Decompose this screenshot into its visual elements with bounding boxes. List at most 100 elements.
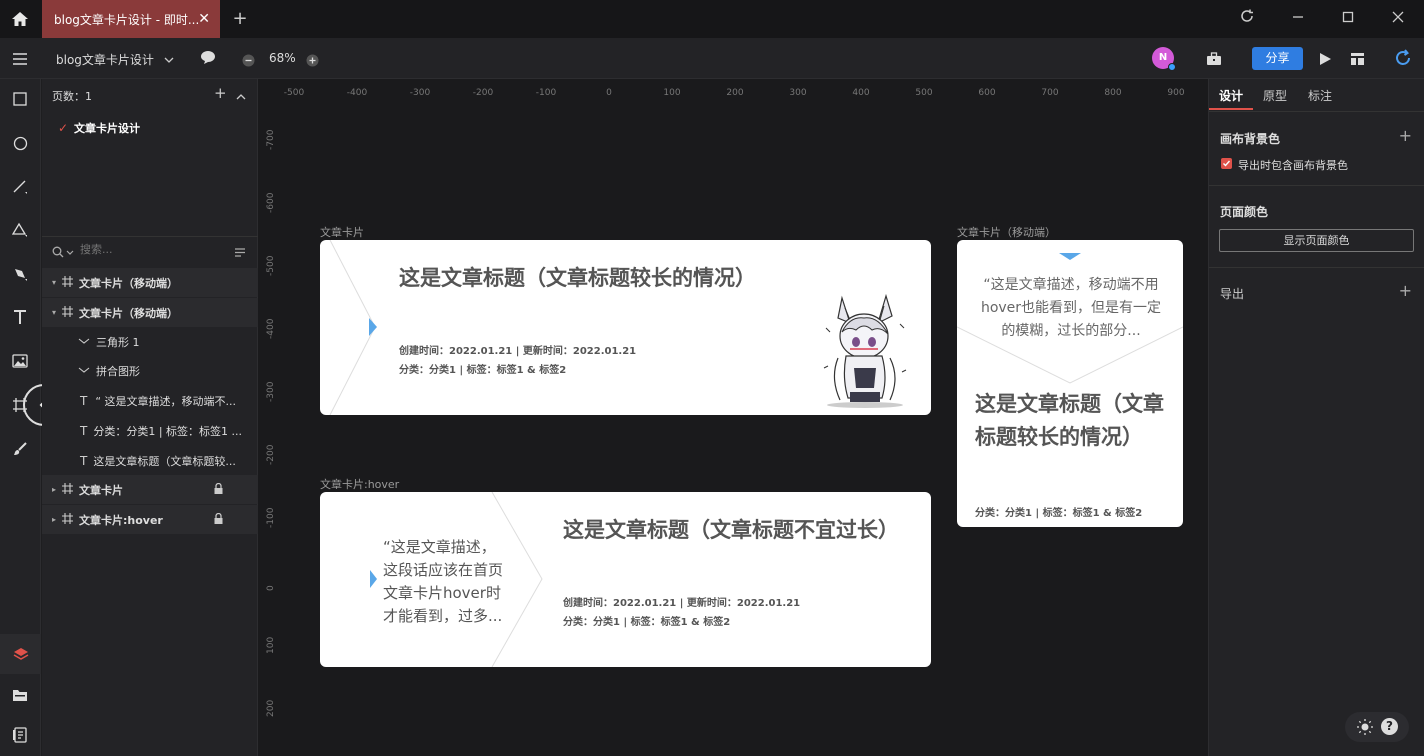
- ruler-tick-label: -100: [266, 507, 276, 528]
- play-icon[interactable]: [1318, 51, 1332, 70]
- layout-icon[interactable]: [1350, 51, 1365, 70]
- tab-design[interactable]: 设计: [1219, 87, 1243, 104]
- ruler-tick-label: 900: [1167, 88, 1185, 98]
- new-tab-icon[interactable]: +: [230, 9, 250, 29]
- layer-label: 文章卡片:hover: [79, 513, 163, 527]
- check-icon: [1223, 160, 1231, 167]
- close-window-icon[interactable]: [1387, 9, 1409, 29]
- layer-label: 文章卡片: [79, 483, 124, 497]
- ruler-tick-label: -200: [266, 444, 276, 465]
- collapse-pages-icon[interactable]: [236, 87, 246, 106]
- toolbox-icon[interactable]: [1206, 51, 1222, 70]
- ruler-tick-label: 400: [852, 88, 870, 98]
- layers-panel-icon[interactable]: [0, 634, 41, 674]
- divider: [1209, 267, 1424, 268]
- layer-item[interactable]: 三角形 1: [42, 327, 258, 356]
- expand-arrow-icon[interactable]: ▾: [52, 278, 56, 287]
- ruler-tick-label: -300: [409, 88, 431, 98]
- ellipse-tool-icon[interactable]: [8, 131, 32, 155]
- layer-item[interactable]: T 分类：分类1 | 标签：标签1 ...: [42, 416, 258, 445]
- home-icon[interactable]: [0, 0, 40, 38]
- article-card-mobile[interactable]: “这是文章描述，移动端不用hover也能看到，但是有一定的模糊，过长的部分...…: [957, 240, 1183, 527]
- ruler-tick-label: -300: [266, 381, 276, 402]
- theme-toggle-icon[interactable]: [1356, 718, 1374, 740]
- bottom-controls: [1345, 712, 1409, 742]
- card-dates: 创建时间：2022.01.21 | 更新时间：2022.01.21: [563, 598, 801, 609]
- layer-item[interactable]: ▸ 文章卡片:hover: [42, 505, 258, 534]
- page-color-heading: 页面颜色: [1220, 205, 1269, 219]
- sync-icon[interactable]: [1394, 49, 1412, 71]
- ruler-tick-label: -600: [266, 192, 276, 213]
- layer-options-icon[interactable]: [234, 243, 246, 262]
- frame-label: 文章卡片（移动端）: [957, 226, 1056, 239]
- add-page-icon[interactable]: +: [214, 84, 227, 102]
- layer-label: 文章卡片（移动端）: [79, 306, 179, 320]
- page-item[interactable]: 文章卡片设计: [74, 120, 140, 136]
- lock-icon[interactable]: [214, 512, 223, 527]
- image-tool-icon[interactable]: [8, 349, 32, 373]
- minimize-icon[interactable]: [1287, 9, 1309, 29]
- ruler-tick-label: -500: [266, 255, 276, 276]
- notes-panel-icon[interactable]: [8, 723, 32, 747]
- refresh-icon[interactable]: [1236, 9, 1258, 29]
- export-heading: 导出: [1220, 287, 1245, 301]
- share-button[interactable]: 分享: [1252, 47, 1303, 70]
- ruler-tick-label: -700: [266, 129, 276, 150]
- show-page-color-button[interactable]: 显示页面颜色: [1219, 229, 1414, 252]
- menu-icon[interactable]: [12, 51, 28, 70]
- close-tab-icon[interactable]: ✕: [198, 11, 210, 27]
- layer-item[interactable]: ▸ 文章卡片: [42, 475, 258, 504]
- triangle-icon: [78, 335, 90, 348]
- add-icon[interactable]: +: [1399, 126, 1412, 145]
- zoom-out-icon[interactable]: [242, 52, 255, 71]
- search-filter-chevron-icon[interactable]: [66, 243, 74, 262]
- ruler-tick-label: 600: [978, 88, 996, 98]
- rectangle-tool-icon[interactable]: [8, 87, 32, 111]
- ruler-tick-label: 800: [1104, 88, 1122, 98]
- expand-arrow-icon[interactable]: ▸: [52, 485, 56, 494]
- layer-label: 三角形 1: [96, 335, 140, 349]
- tab-annotate[interactable]: 标注: [1308, 87, 1332, 104]
- brush-tool-icon[interactable]: [8, 437, 32, 461]
- maximize-icon[interactable]: [1337, 9, 1359, 29]
- lock-icon[interactable]: [214, 482, 223, 497]
- tab-prototype[interactable]: 原型: [1263, 87, 1287, 104]
- layer-item[interactable]: ▾ 文章卡片（移动端）: [42, 268, 258, 297]
- ruler-tick-label: -400: [346, 88, 368, 98]
- layer-item[interactable]: 拼合图形: [42, 356, 258, 385]
- ruler-tick-label: -400: [266, 318, 276, 339]
- polygon-tool-icon[interactable]: [8, 218, 32, 242]
- frame-label: 文章卡片: [320, 226, 364, 239]
- assets-panel-icon[interactable]: [8, 683, 32, 707]
- chevron-down-icon[interactable]: [164, 51, 174, 70]
- add-export-icon[interactable]: +: [1399, 281, 1412, 300]
- article-card[interactable]: 这是文章标题（文章标题较长的情况） 创建时间：2022.01.21 | 更新时间…: [320, 240, 931, 415]
- comment-icon[interactable]: [200, 50, 216, 69]
- export-bg-checkbox[interactable]: [1221, 158, 1232, 169]
- document-name[interactable]: blog文章卡片设计: [56, 51, 154, 68]
- ruler-tick-label: -500: [283, 88, 305, 98]
- layer-item[interactable]: ▾ 文章卡片（移动端）: [42, 298, 258, 327]
- expand-arrow-icon[interactable]: ▸: [52, 515, 56, 524]
- article-card-hover[interactable]: “这是文章描述，这段话应该在首页文章卡片hover时才能看到，过多... 这是文…: [320, 492, 931, 667]
- document-tab[interactable]: blog文章卡片设计 - 即时... ✕: [42, 0, 220, 38]
- layer-search-input[interactable]: [80, 241, 220, 257]
- layers-panel: 页数：1 + ✓ 文章卡片设计 ▾ 文章卡片（移动端） ▾ 文章卡片（移动端） …: [42, 79, 258, 756]
- zoom-in-icon[interactable]: [306, 52, 319, 71]
- merged-shape-icon: [78, 364, 90, 377]
- avatar[interactable]: N: [1152, 47, 1176, 71]
- expand-arrow-icon[interactable]: ▾: [52, 308, 56, 317]
- text-layer-icon: T: [80, 393, 88, 408]
- card-title: 这是文章标题（文章标题较长的情况）: [399, 266, 756, 290]
- layer-item[interactable]: T 这是文章标题（文章标题较...: [42, 446, 258, 475]
- active-tab-indicator: [1209, 108, 1253, 110]
- pen-tool-icon[interactable]: [8, 262, 32, 286]
- search-icon: [52, 243, 64, 262]
- layer-item[interactable]: T “ 这是文章描述，移动端不...: [42, 386, 258, 415]
- zoom-level[interactable]: 68%: [269, 51, 296, 65]
- card-description: “这是文章描述，这段话应该在首页文章卡片hover时才能看到，过多...: [383, 538, 504, 625]
- text-tool-icon[interactable]: [8, 305, 32, 329]
- line-tool-icon[interactable]: [8, 175, 32, 199]
- help-icon[interactable]: ?: [1381, 718, 1398, 735]
- ruler-tick-label: 100: [266, 636, 276, 654]
